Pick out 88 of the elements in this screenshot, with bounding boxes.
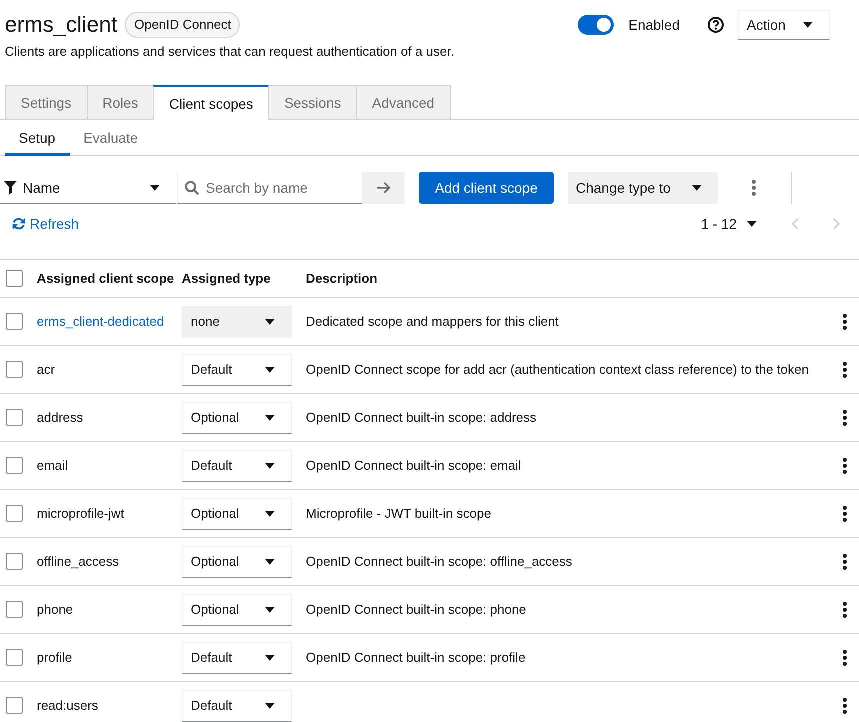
kebab-icon (842, 410, 846, 426)
scope-name-link[interactable]: erms_client-dedicated (37, 314, 164, 329)
caret-icon (150, 184, 160, 190)
caret-icon (265, 606, 275, 612)
scope-description: Microprofile - JWT built-in scope (306, 506, 492, 521)
kebab-icon (842, 698, 846, 714)
scope-name: address (37, 410, 84, 425)
type-dropdown[interactable]: Optional (182, 594, 292, 626)
scope-description: OpenID Connect built-in scope: phone (306, 602, 526, 617)
kebab-icon (842, 458, 846, 474)
select-all-checkbox[interactable] (6, 270, 23, 287)
row-checkbox[interactable] (6, 409, 23, 426)
tab[interactable]: Roles (86, 85, 154, 119)
scope-description: OpenID Connect built-in scope: profile (306, 650, 526, 665)
row-checkbox[interactable] (6, 649, 23, 666)
type-dropdown[interactable]: Default (182, 354, 292, 386)
row-checkbox[interactable] (6, 313, 23, 330)
add-client-scope-button[interactable]: Add client scope (419, 172, 554, 204)
funnel-icon (4, 180, 17, 194)
type-dropdown[interactable]: Optional (182, 402, 292, 434)
scope-name: email (37, 458, 68, 473)
tab[interactable]: Client scopes (153, 85, 270, 120)
chevron-right-icon (833, 218, 841, 230)
caret-icon (803, 22, 813, 28)
kebab-icon (842, 554, 846, 570)
kebab-icon (842, 362, 846, 378)
search-field[interactable]: Search by name (177, 172, 362, 204)
scope-description: OpenID Connect built-in scope: offline_access (306, 554, 572, 569)
arrow-right-icon (376, 181, 390, 195)
column-header: Assigned type (182, 271, 272, 286)
column-header: Assigned client scope (37, 271, 176, 286)
scope-name: microprofile-jwt (37, 506, 124, 521)
client-type-badge: OpenID Connect (125, 12, 240, 38)
subtab[interactable]: Setup (5, 120, 70, 156)
action-dropdown[interactable]: Action (738, 10, 830, 40)
kebab-icon (752, 180, 756, 196)
type-dropdown[interactable]: Default (182, 450, 292, 482)
subtab[interactable]: Evaluate (70, 120, 152, 156)
caret-icon (265, 558, 275, 564)
kebab-icon (842, 602, 846, 618)
chevron-left-icon (791, 218, 799, 230)
scope-description: OpenID Connect built-in scope: address (306, 410, 537, 425)
refresh-button[interactable]: Refresh (12, 216, 80, 232)
type-dropdown[interactable]: Optional (182, 546, 292, 578)
page-title: erms_client (5, 12, 118, 38)
pagination-dropdown[interactable]: 1 - 12 (701, 216, 757, 232)
toggle-label: Enabled (628, 17, 680, 33)
column-header: Description (306, 271, 379, 286)
caret-icon (265, 414, 275, 420)
kebab-icon (842, 314, 846, 330)
kebab-icon (842, 506, 846, 522)
type-dropdown[interactable]: Default (182, 690, 292, 722)
tab[interactable]: Settings (5, 85, 88, 119)
type-dropdown[interactable]: Default (182, 642, 292, 674)
tab[interactable]: Advanced (356, 85, 451, 119)
refresh-icon (12, 217, 26, 231)
help-icon[interactable] (708, 17, 724, 33)
scope-name: profile (37, 650, 72, 665)
caret-icon (265, 654, 275, 660)
scope-name: offline_access (37, 554, 120, 569)
row-checkbox[interactable] (6, 697, 23, 714)
caret-icon (265, 366, 275, 372)
row-checkbox[interactable] (6, 361, 23, 378)
scope-name: phone (37, 602, 74, 617)
type-dropdown[interactable]: Optional (182, 498, 292, 530)
row-checkbox[interactable] (6, 457, 23, 474)
scope-name: read:users (37, 698, 98, 713)
caret-icon (747, 221, 757, 227)
scope-description: OpenID Connect built-in scope: email (306, 458, 522, 473)
row-checkbox[interactable] (6, 505, 23, 522)
caret-icon (265, 462, 275, 468)
caret-icon (265, 510, 275, 516)
scope-description: Dedicated scope and mappers for this client (306, 314, 559, 329)
caret-icon (265, 318, 275, 324)
row-checkbox[interactable] (6, 601, 23, 618)
change-type-dropdown[interactable]: Change type to (568, 172, 718, 204)
page-description: Clients are applications and services that can request authentication of a user. (5, 44, 454, 60)
row-checkbox[interactable] (6, 553, 23, 570)
filter-dropdown[interactable]: Name (0, 172, 176, 204)
scope-name: acr (37, 362, 56, 377)
kebab-icon (842, 650, 846, 666)
search-submit-button[interactable] (362, 172, 405, 204)
scope-description: OpenID Connect scope for add acr (authentication context class reference) to the token (306, 362, 809, 377)
caret-icon (692, 185, 702, 191)
enabled-toggle[interactable] (578, 15, 614, 35)
tab[interactable]: Sessions (268, 85, 358, 119)
caret-icon (265, 702, 275, 708)
search-icon (185, 181, 199, 195)
